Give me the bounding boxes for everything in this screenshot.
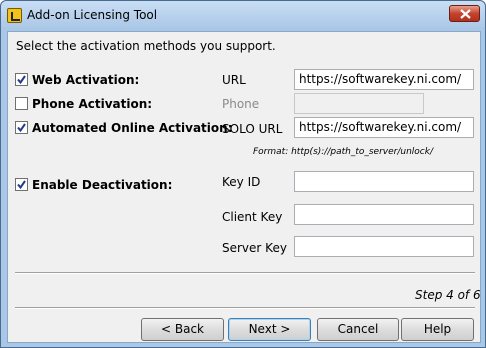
solo-url-label: SOLO URL <box>222 122 283 136</box>
enable-deactivation-label[interactable]: Enable Deactivation: <box>32 178 172 192</box>
checkmark-icon <box>17 75 26 85</box>
server-key-label: Server Key <box>222 241 287 255</box>
phone-field <box>294 93 424 114</box>
url-field[interactable]: https://softwarekey.ni.com/ <box>294 69 474 90</box>
help-button[interactable]: Help <box>401 318 474 341</box>
step-indicator: Step 4 of 6 <box>415 288 481 302</box>
divider <box>15 272 475 274</box>
phone-label: Phone <box>222 97 260 111</box>
key-id-field[interactable] <box>294 171 474 192</box>
dialog-content: Select the activation methods you suppor… <box>7 31 481 343</box>
dialog-window: Add-on Licensing Tool Select the activat… <box>0 0 486 348</box>
server-key-field[interactable] <box>294 236 474 257</box>
web-activation-checkbox[interactable] <box>15 73 28 86</box>
key-id-label: Key ID <box>222 175 261 189</box>
cancel-button[interactable]: Cancel <box>317 318 399 341</box>
title-bar[interactable]: Add-on Licensing Tool <box>1 1 485 30</box>
divider <box>15 307 475 309</box>
web-activation-label[interactable]: Web Activation: <box>32 73 139 87</box>
close-icon <box>460 9 471 19</box>
checkmark-icon <box>17 123 26 133</box>
client-key-label: Client Key <box>222 210 283 224</box>
client-key-field[interactable] <box>294 204 474 225</box>
window-title: Add-on Licensing Tool <box>27 8 158 22</box>
format-hint: Format: http(s)://path_to_server/unlock/ <box>253 147 433 157</box>
phone-activation-checkbox[interactable] <box>15 97 28 110</box>
labview-app-icon <box>7 8 22 23</box>
phone-activation-label[interactable]: Phone Activation: <box>32 97 152 111</box>
enable-deactivation-checkbox[interactable] <box>15 178 28 191</box>
next-button[interactable]: Next > <box>228 318 311 341</box>
automated-online-activation-checkbox[interactable] <box>15 121 28 134</box>
back-button[interactable]: < Back <box>141 318 224 341</box>
checkmark-icon <box>17 180 26 190</box>
instructions-text: Select the activation methods you suppor… <box>16 39 276 53</box>
automated-online-activation-label[interactable]: Automated Online Activation: <box>32 121 233 135</box>
solo-url-field[interactable]: https://softwarekey.ni.com/ <box>294 117 474 138</box>
url-label: URL <box>222 73 246 87</box>
close-button[interactable] <box>449 5 480 22</box>
